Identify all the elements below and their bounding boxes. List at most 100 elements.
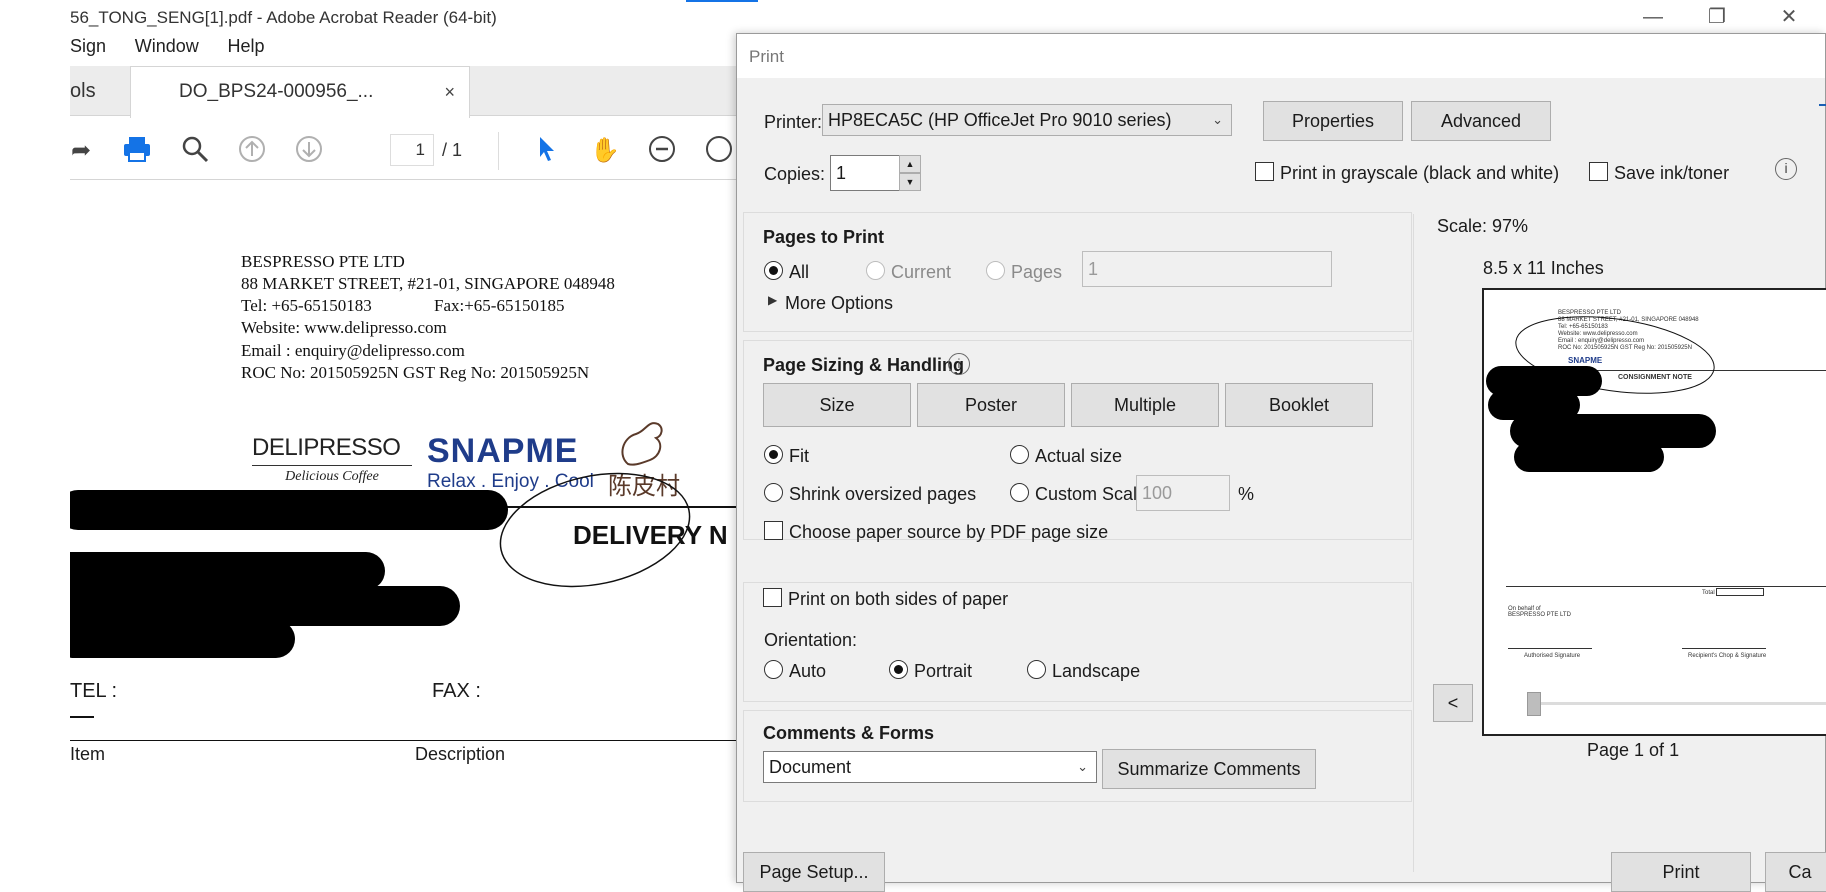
tab-tools[interactable]: ols xyxy=(70,66,130,116)
redaction-mark xyxy=(70,490,508,530)
comments-select-value: Document xyxy=(769,757,852,777)
hand-tool-icon[interactable]: ✋ xyxy=(588,134,622,168)
preview-paper-size: 8.5 x 11 Inches xyxy=(1483,258,1604,278)
page-setup-button[interactable]: Page Setup... xyxy=(743,852,885,892)
menu-sign[interactable]: Sign xyxy=(70,36,106,56)
zoom-search-icon[interactable] xyxy=(178,134,212,168)
page-down-icon[interactable] xyxy=(292,134,326,168)
pages-range-label: Pages xyxy=(1011,262,1063,282)
pages-current-label: Current xyxy=(891,262,952,282)
copies-input[interactable]: 1 xyxy=(830,155,900,191)
document-page: BESPRESSO PTE LTD 88 MARKET STREET, #21-… xyxy=(70,180,740,883)
tab-strip: ols DO_BPS24-000956_... × xyxy=(70,66,740,118)
preview-total-label: Total xyxy=(1702,590,1715,596)
preview-redaction xyxy=(1514,442,1664,472)
comments-select[interactable]: Document ⌄ xyxy=(763,751,1097,783)
window-title: 56_TONG_SENG[1].pdf - Adobe Acrobat Read… xyxy=(70,8,497,27)
menu-window[interactable]: Window xyxy=(135,36,199,56)
pages-all-radio[interactable] xyxy=(764,261,783,280)
share-icon[interactable]: ➦ xyxy=(64,134,98,168)
info-icon[interactable]: i xyxy=(1775,158,1797,180)
custom-scale-input[interactable]: 100 xyxy=(1136,475,1230,511)
preview-sig-rule xyxy=(1508,648,1592,649)
properties-button[interactable]: Properties xyxy=(1263,101,1403,141)
shrink-radio[interactable] xyxy=(764,483,783,502)
comments-forms-group: Comments & Forms Document ⌄ Summarize Co… xyxy=(743,710,1412,802)
copies-label: Copies: xyxy=(764,164,826,184)
booklet-button[interactable]: Booklet xyxy=(1225,383,1373,427)
poster-button[interactable]: Poster xyxy=(917,383,1065,427)
tab-document[interactable]: DO_BPS24-000956_... × xyxy=(130,66,470,118)
page-number-input[interactable]: 1 xyxy=(390,134,434,166)
actual-size-radio[interactable] xyxy=(1010,445,1029,464)
orientation-label: Orientation: xyxy=(764,630,858,650)
orientation-landscape-radio[interactable] xyxy=(1027,660,1046,679)
custom-scale-radio[interactable] xyxy=(1010,483,1029,502)
delipresso-logo-name: DELIPRESSO xyxy=(252,434,401,461)
grayscale-checkbox[interactable] xyxy=(1255,162,1274,181)
menu-help[interactable]: Help xyxy=(228,36,265,56)
dialog-title-bar: Print xyxy=(737,34,1825,78)
sizing-info-icon[interactable]: i xyxy=(948,353,970,375)
column-item: Item xyxy=(70,744,106,764)
dialog-title: Print xyxy=(749,47,784,66)
page-sizing-group: Page Sizing & Handling i Size Poster Mul… xyxy=(743,340,1412,542)
tel-underline xyxy=(70,716,94,718)
column-description: Description xyxy=(415,744,506,764)
percent-label: % xyxy=(1238,484,1255,504)
save-ink-checkbox[interactable] xyxy=(1589,162,1608,181)
summarize-comments-button[interactable]: Summarize Comments xyxy=(1102,749,1316,789)
shrink-label: Shrink oversized pages xyxy=(789,484,977,504)
preview-page: BESPRESSO PTE LTD 88 MARKET STREET, #21-… xyxy=(1482,288,1826,736)
print-icon[interactable] xyxy=(120,134,154,168)
restore-icon[interactable]: ❐ xyxy=(1694,4,1740,30)
fax-label: FAX : xyxy=(432,680,481,702)
help-link[interactable] xyxy=(1819,104,1826,106)
pages-range-radio[interactable] xyxy=(986,261,1005,280)
print-button[interactable]: Print xyxy=(1611,852,1751,892)
company-tel: Tel: +65-65150183 xyxy=(241,296,372,315)
zoom-in-icon[interactable] xyxy=(702,134,736,168)
toolbar-divider xyxy=(498,132,499,170)
paper-source-label: Choose paper source by PDF page size xyxy=(789,522,1109,542)
paper-source-checkbox[interactable] xyxy=(764,521,783,540)
page-total: / 1 xyxy=(442,140,463,160)
preview-slider-track[interactable] xyxy=(1527,702,1826,705)
preview-slider-thumb[interactable] xyxy=(1527,692,1541,716)
actual-size-label: Actual size xyxy=(1035,446,1123,466)
preview-recipient-signature: Recipient's Chop & Signature xyxy=(1688,653,1767,659)
pages-current-radio[interactable] xyxy=(866,261,885,280)
page-sizing-title: Page Sizing & Handling xyxy=(763,355,965,375)
printer-label: Printer: xyxy=(764,112,823,132)
preview-prev-button[interactable]: < xyxy=(1433,684,1473,722)
size-button[interactable]: Size xyxy=(763,383,911,427)
fit-radio[interactable] xyxy=(764,445,783,464)
company-name: BESPRESSO PTE LTD xyxy=(241,252,405,271)
orientation-portrait-label: Portrait xyxy=(914,661,973,681)
more-options-link[interactable]: More Options xyxy=(785,293,893,314)
printer-select[interactable]: HP8ECA5C (HP OfficeJet Pro 9010 series) … xyxy=(822,104,1232,136)
pages-range-input[interactable]: 1 xyxy=(1082,251,1332,287)
copies-up-icon[interactable]: ▲ xyxy=(899,155,921,173)
tab-document-label: DO_BPS24-000956_... xyxy=(179,81,374,102)
preview-total-rule xyxy=(1506,586,1826,587)
tel-label: TEL : xyxy=(70,680,118,702)
advanced-button[interactable]: Advanced xyxy=(1411,101,1551,141)
orientation-auto-radio[interactable] xyxy=(764,660,783,679)
minimize-icon[interactable]: — xyxy=(1630,4,1676,30)
page-up-icon[interactable] xyxy=(235,134,269,168)
cancel-button[interactable]: Ca xyxy=(1765,852,1826,892)
close-icon[interactable]: ✕ xyxy=(1766,4,1812,30)
close-tab-icon[interactable]: × xyxy=(444,67,455,117)
copies-down-icon[interactable]: ▼ xyxy=(899,173,921,191)
orientation-landscape-label: Landscape xyxy=(1052,661,1141,681)
multiple-button[interactable]: Multiple xyxy=(1071,383,1219,427)
company-website: Website: www.delipresso.com xyxy=(241,318,447,337)
both-sides-checkbox[interactable] xyxy=(763,588,782,607)
orientation-portrait-radio[interactable] xyxy=(889,660,908,679)
save-ink-label: Save ink/toner xyxy=(1614,163,1730,183)
select-cursor-icon[interactable] xyxy=(530,134,564,168)
hand-drawn-circle xyxy=(499,472,691,588)
expand-triangle-icon[interactable]: ▶ xyxy=(768,293,777,307)
zoom-out-icon[interactable] xyxy=(645,134,679,168)
